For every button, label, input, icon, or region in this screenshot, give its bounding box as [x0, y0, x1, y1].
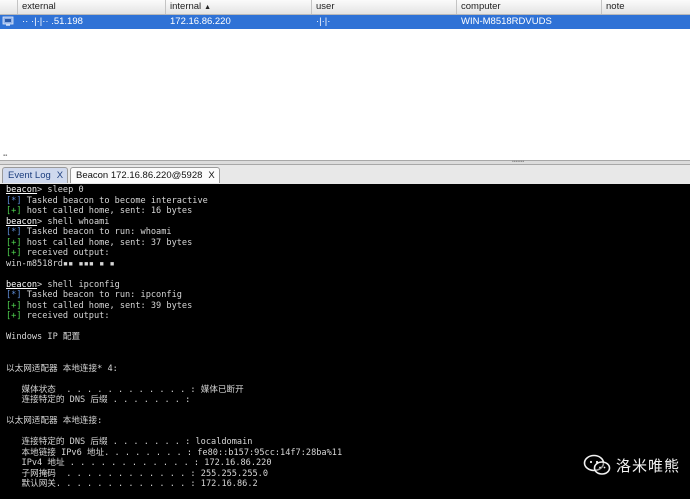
column-header-note[interactable]: note	[602, 0, 690, 14]
console-line: [*] Tasked beacon to run: whoami	[6, 227, 690, 238]
console-line: 以太网适配器 本地连接:	[6, 416, 690, 427]
console-text: host called home, sent: 16 bytes	[21, 206, 193, 216]
column-header-external[interactable]: external	[18, 0, 166, 14]
wechat-icon	[583, 454, 611, 475]
console-text: 子网掩码 . . . . . . . . . . . . : 255.255.2…	[6, 468, 269, 479]
console-text: 媒体状态 . . . . . . . . . . . . : 媒体已断开	[6, 384, 244, 395]
split-grip-icon: •••••••	[512, 159, 525, 165]
watermark: 洛米唯熊	[583, 454, 680, 476]
console-text: 默认网关. . . . . . . . . . . . . : 172.16.8…	[6, 479, 258, 489]
console-text: 连接特定的 DNS 后缀 . . . . . . . :	[6, 395, 191, 405]
status-mark: [*]	[6, 290, 22, 300]
status-mark: [+]	[6, 237, 22, 248]
beacon-icon	[2, 17, 14, 27]
console-line: [+] host called home, sent: 16 bytes	[6, 206, 690, 217]
console-text: Windows IP 配置	[6, 332, 81, 342]
console-line: [*] Tasked beacon to run: ipconfig	[6, 290, 690, 301]
console-text: 本地链接 IPv6 地址. . . . . . . . : fe80::b157…	[6, 447, 343, 458]
console-line: beacon> shell ipconfig	[6, 280, 690, 291]
console-line: [+] host called home, sent: 37 bytes	[6, 238, 690, 249]
console-text: Tasked beacon to run: whoami	[21, 227, 172, 237]
console-line: beacon> shell whoami	[6, 217, 690, 228]
console-text: Tasked beacon to run: ipconfig	[21, 290, 182, 300]
console-line: [+] received output:	[6, 311, 690, 322]
column-header-computer[interactable]: computer	[457, 0, 602, 14]
console-line: win-m8518rd▪▪ ▪▪▪ ▪ ▪	[6, 259, 690, 270]
beacon-icon-cell	[0, 15, 18, 29]
status-mark: [+]	[6, 311, 22, 321]
console-line: beacon> sleep 0	[6, 185, 690, 196]
beacon-console[interactable]: beacon> sleep 0 [*] Tasked beacon to bec…	[0, 184, 690, 499]
console-line: [+] received output:	[6, 248, 690, 259]
watermark-text: 洛米唯熊	[615, 456, 680, 475]
cell-external: ·· ·|·|·· .51.198	[22, 16, 83, 27]
beacon-prompt: beacon	[6, 185, 38, 195]
console-text: IPv4 地址 . . . . . . . . . . . . : 172.16…	[6, 458, 272, 468]
status-mark: [+]	[6, 206, 22, 216]
resize-grip-icon[interactable]: ▪▪	[3, 153, 7, 159]
console-line: Windows IP 配置	[6, 332, 690, 343]
beacon-prompt: beacon	[6, 279, 38, 290]
beacon-prompt: beacon	[6, 216, 38, 227]
column-header-internal-label: internal	[170, 1, 202, 12]
column-header-icon[interactable]	[0, 0, 18, 14]
console-text: received output:	[21, 248, 110, 258]
console-text: host called home, sent: 37 bytes	[21, 237, 193, 248]
close-icon[interactable]: X	[208, 170, 214, 181]
console-line: 默认网关. . . . . . . . . . . . . : 172.16.8…	[6, 479, 690, 490]
cell-internal: 172.16.86.220	[170, 16, 231, 27]
console-line: 以太网适配器 本地连接* 4:	[6, 364, 690, 375]
console-text: host called home, sent: 39 bytes	[21, 300, 193, 311]
status-mark: [*]	[6, 195, 22, 206]
console-text: > shell whoami	[37, 216, 110, 227]
console-text: Tasked beacon to become interactive	[21, 195, 208, 206]
console-line: [+] host called home, sent: 39 bytes	[6, 301, 690, 312]
console-text: 以太网适配器 本地连接:	[6, 416, 103, 426]
console-text: > sleep 0	[37, 185, 84, 195]
tab-label: Event Log	[8, 170, 51, 181]
console-text: 连接特定的 DNS 后缀 . . . . . . . : localdomain	[6, 437, 253, 447]
tab-event-log[interactable]: Event Log X	[2, 167, 68, 183]
console-text: received output:	[21, 311, 110, 321]
console-line: 媒体状态 . . . . . . . . . . . . : 媒体已断开	[6, 385, 690, 396]
cell-note	[602, 15, 690, 29]
sort-ascending-icon: ▲	[204, 4, 212, 11]
table-header: external internal ▲ user computer note	[0, 0, 690, 15]
console-text: > shell ipconfig	[37, 279, 120, 290]
console-text: win-m8518rd▪▪ ▪▪▪ ▪ ▪	[6, 258, 115, 269]
tab-label: Beacon 172.16.86.220@5928	[76, 170, 203, 181]
console-line: [*] Tasked beacon to become interactive	[6, 196, 690, 207]
table-row[interactable]: ·· ·|·|·· .51.198 172.16.86.220 ·|·|· WI…	[0, 15, 690, 29]
status-mark: [+]	[6, 300, 22, 311]
console-line: 连接特定的 DNS 后缀 . . . . . . . : localdomain	[6, 437, 690, 448]
tab-bar: Event Log X Beacon 172.16.86.220@5928 X	[0, 165, 690, 185]
session-table: external internal ▲ user computer note ··…	[0, 0, 690, 160]
tab-beacon[interactable]: Beacon 172.16.86.220@5928 X	[70, 167, 220, 183]
status-mark: [*]	[6, 227, 22, 237]
close-icon[interactable]: X	[57, 170, 63, 181]
cell-user: ·|·|·	[316, 16, 331, 27]
status-mark: [+]	[6, 248, 22, 258]
column-header-internal[interactable]: internal ▲	[166, 0, 312, 14]
cell-computer: WIN-M8518RDVUDS	[461, 16, 552, 27]
console-text: 以太网适配器 本地连接* 4:	[6, 363, 118, 374]
column-header-user[interactable]: user	[312, 0, 457, 14]
console-line: 连接特定的 DNS 后缀 . . . . . . . :	[6, 395, 690, 406]
